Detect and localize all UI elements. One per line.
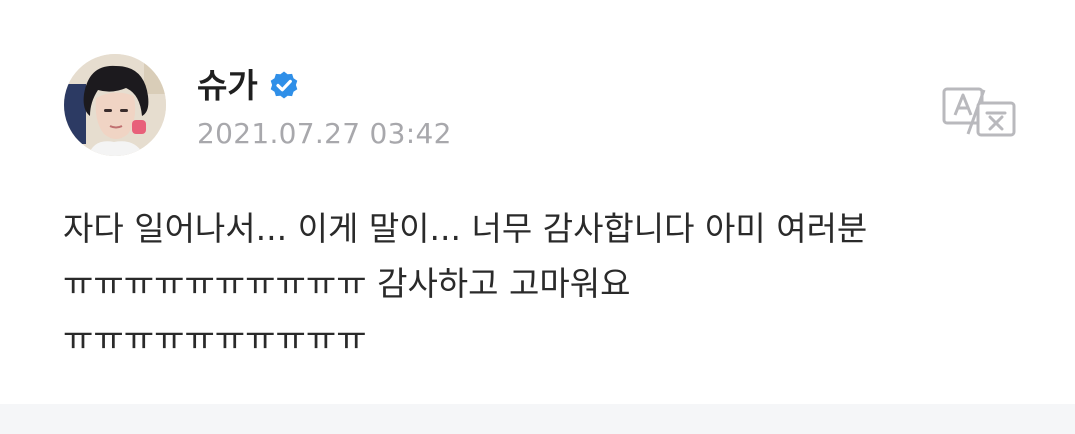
verified-badge-icon [268, 70, 300, 102]
post-timestamp: 2021.07.27 03:42 [197, 117, 452, 150]
translate-icon [942, 87, 1016, 137]
author-avatar[interactable] [64, 54, 166, 156]
post-card: 슈가 2021.07.27 03:42 자다 일어나서... 이게 말이... … [0, 0, 1075, 404]
author-name[interactable]: 슈가 [197, 62, 258, 110]
post-line-2: ㅠㅠㅠㅠㅠㅠㅠㅠㅠㅠ 감사하고 고마워요 [63, 264, 631, 303]
post-line-3: ㅠㅠㅠㅠㅠㅠㅠㅠㅠㅠ [63, 319, 367, 358]
translate-button[interactable] [938, 86, 1020, 138]
post-body: 자다 일어나서... 이게 말이... 너무 감사합니다 아미 여러분 ㅠㅠㅠㅠ… [63, 201, 1043, 366]
author-row: 슈가 [197, 62, 300, 110]
card-separator [0, 404, 1075, 434]
post-line-1: 자다 일어나서... 이게 말이... 너무 감사합니다 아미 여러분 [63, 209, 868, 248]
avatar-image [64, 54, 166, 156]
